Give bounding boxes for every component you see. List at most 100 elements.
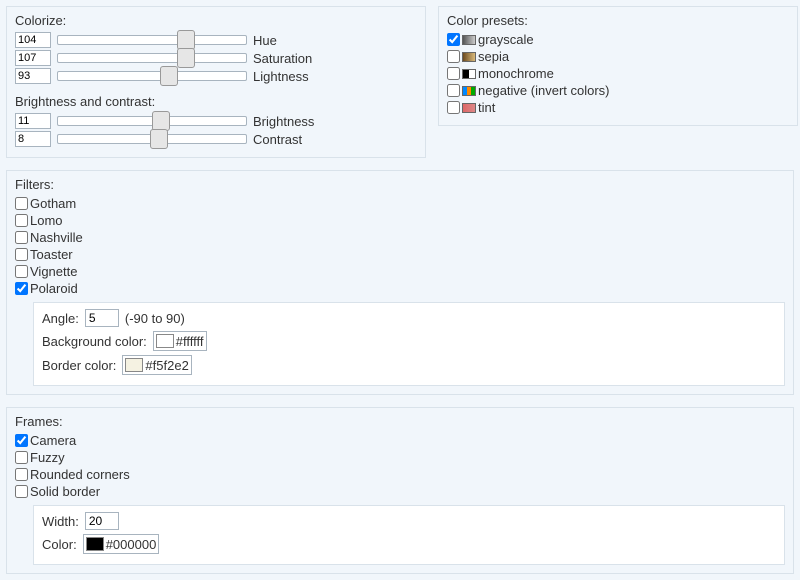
preset-label-3: negative (invert colors) [478, 83, 610, 98]
brightness-value-input[interactable] [15, 113, 51, 129]
filter-row-nashville: Nashville [15, 230, 785, 245]
preset-row-tint: tint [447, 100, 789, 115]
preset-checkbox-2[interactable] [447, 67, 460, 80]
preset-checkbox-1[interactable] [447, 50, 460, 63]
polaroid-angle-hint: (-90 to 90) [125, 311, 185, 326]
saturation-slider[interactable] [57, 50, 247, 66]
preset-checkbox-4[interactable] [447, 101, 460, 114]
camera-settings: Width: Color: #000000 [33, 505, 785, 565]
filter-checkbox-4[interactable] [15, 265, 28, 278]
filter-row-vignette: Vignette [15, 264, 785, 279]
polaroid-bgcolor-picker[interactable]: #ffffff [153, 331, 207, 351]
contrast-row: Contrast [15, 131, 417, 147]
saturation-label: Saturation [253, 51, 312, 66]
frame-label-3: Solid border [30, 484, 100, 499]
brightness-contrast-title: Brightness and contrast: [15, 94, 417, 109]
frame-row-fuzzy: Fuzzy [15, 450, 785, 465]
polaroid-border-picker[interactable]: #f5f2e2 [122, 355, 191, 375]
hue-slider-thumb[interactable] [177, 30, 195, 50]
preset-icon-4 [462, 103, 476, 113]
filter-row-polaroid: Polaroid [15, 281, 785, 296]
filter-checkbox-0[interactable] [15, 197, 28, 210]
preset-label-0: grayscale [478, 32, 534, 47]
filter-label-4: Vignette [30, 264, 77, 279]
filter-label-0: Gotham [30, 196, 76, 211]
brightness-slider-thumb[interactable] [152, 111, 170, 131]
camera-width-input[interactable] [85, 512, 119, 530]
preset-row-negative--invert-colors-: negative (invert colors) [447, 83, 789, 98]
polaroid-bgcolor-label: Background color: [42, 334, 147, 349]
filters-title: Filters: [15, 177, 785, 192]
colorize-panel: Colorize: Hue Saturation Lightness [6, 6, 426, 158]
camera-color-hex: #000000 [106, 537, 157, 552]
preset-icon-0 [462, 35, 476, 45]
contrast-label: Contrast [253, 132, 302, 147]
filter-checkbox-3[interactable] [15, 248, 28, 261]
camera-width-label: Width: [42, 514, 79, 529]
preset-icon-2 [462, 69, 476, 79]
frames-panel: Frames: Camera Fuzzy Rounded corners Sol… [6, 407, 794, 574]
contrast-slider[interactable] [57, 131, 247, 147]
preset-icon-1 [462, 52, 476, 62]
preset-label-2: monochrome [478, 66, 554, 81]
frame-row-solid-border: Solid border [15, 484, 785, 499]
frame-label-0: Camera [30, 433, 76, 448]
filter-checkbox-2[interactable] [15, 231, 28, 244]
filter-label-2: Nashville [30, 230, 83, 245]
filter-checkbox-5[interactable] [15, 282, 28, 295]
lightness-slider[interactable] [57, 68, 247, 84]
camera-color-swatch [86, 537, 104, 551]
frame-checkbox-1[interactable] [15, 451, 28, 464]
filter-label-3: Toaster [30, 247, 73, 262]
preset-icon-3 [462, 86, 476, 96]
polaroid-bgcolor-swatch [156, 334, 174, 348]
polaroid-border-hex: #f5f2e2 [145, 358, 188, 373]
filter-label-1: Lomo [30, 213, 63, 228]
brightness-slider[interactable] [57, 113, 247, 129]
hue-label: Hue [253, 33, 277, 48]
polaroid-border-swatch [125, 358, 143, 372]
brightness-row: Brightness [15, 113, 417, 129]
hue-value-input[interactable] [15, 32, 51, 48]
preset-label-1: sepia [478, 49, 509, 64]
lightness-row: Lightness [15, 68, 417, 84]
frame-checkbox-0[interactable] [15, 434, 28, 447]
camera-color-label: Color: [42, 537, 77, 552]
filter-label-5: Polaroid [30, 281, 78, 296]
polaroid-settings: Angle: (-90 to 90) Background color: #ff… [33, 302, 785, 386]
color-presets-title: Color presets: [447, 13, 789, 28]
filter-row-lomo: Lomo [15, 213, 785, 228]
lightness-label: Lightness [253, 69, 309, 84]
filters-panel: Filters: Gotham Lomo Nashville Toaster V… [6, 170, 794, 395]
preset-row-sepia: sepia [447, 49, 789, 64]
saturation-slider-thumb[interactable] [177, 48, 195, 68]
preset-checkbox-0[interactable] [447, 33, 460, 46]
saturation-value-input[interactable] [15, 50, 51, 66]
saturation-row: Saturation [15, 50, 417, 66]
polaroid-bgcolor-hex: #ffffff [176, 334, 204, 349]
preset-row-monochrome: monochrome [447, 66, 789, 81]
filter-row-toaster: Toaster [15, 247, 785, 262]
polaroid-angle-input[interactable] [85, 309, 119, 327]
frame-checkbox-2[interactable] [15, 468, 28, 481]
preset-row-grayscale: grayscale [447, 32, 789, 47]
camera-color-picker[interactable]: #000000 [83, 534, 160, 554]
filter-row-gotham: Gotham [15, 196, 785, 211]
filter-checkbox-1[interactable] [15, 214, 28, 227]
preset-checkbox-3[interactable] [447, 84, 460, 97]
lightness-value-input[interactable] [15, 68, 51, 84]
contrast-value-input[interactable] [15, 131, 51, 147]
polaroid-border-label: Border color: [42, 358, 116, 373]
lightness-slider-thumb[interactable] [160, 66, 178, 86]
frame-row-rounded-corners: Rounded corners [15, 467, 785, 482]
frame-checkbox-3[interactable] [15, 485, 28, 498]
frame-row-camera: Camera [15, 433, 785, 448]
color-presets-panel: Color presets: grayscale sepia monochrome n… [438, 6, 798, 126]
frame-label-1: Fuzzy [30, 450, 65, 465]
preset-label-4: tint [478, 100, 495, 115]
hue-slider[interactable] [57, 32, 247, 48]
contrast-slider-thumb[interactable] [150, 129, 168, 149]
hue-row: Hue [15, 32, 417, 48]
frames-title: Frames: [15, 414, 785, 429]
brightness-label: Brightness [253, 114, 314, 129]
